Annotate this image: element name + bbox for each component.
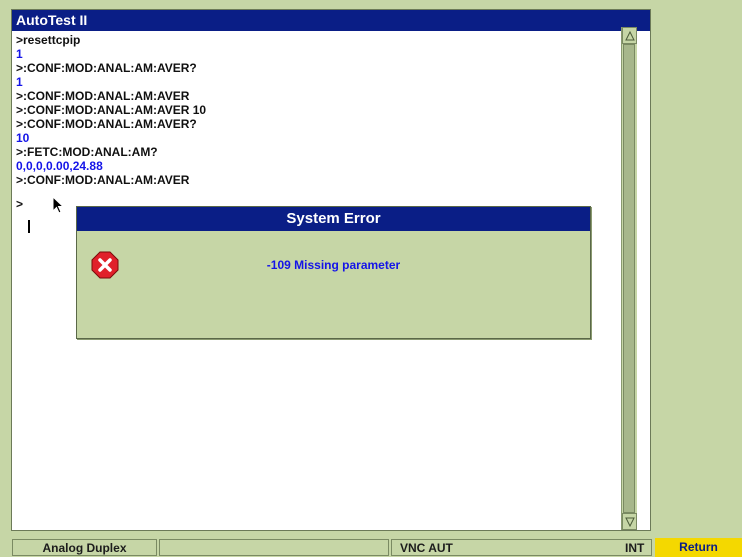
dialog-title: System Error: [77, 207, 590, 231]
connection-label: VNC AUT: [400, 541, 453, 555]
console-line: 1: [16, 47, 23, 61]
console-line: 10: [16, 131, 30, 145]
console-line: 0,0,0,0.00,24.88: [16, 159, 103, 173]
console-line: >:CONF:MOD:ANAL:AM:AVER: [16, 173, 190, 187]
vertical-scrollbar[interactable]: [621, 27, 637, 530]
error-message: -109 Missing parameter: [266, 258, 401, 272]
console-line: >:CONF:MOD:ANAL:AM:AVER: [16, 89, 190, 103]
scroll-up-button[interactable]: [622, 27, 637, 44]
console-prompt[interactable]: >: [16, 197, 23, 211]
return-button[interactable]: Return: [655, 538, 742, 557]
status-bar: Analog Duplex VNC AUT INT: [0, 538, 742, 557]
console-line: >:CONF:MOD:ANAL:AM:AVER?: [16, 61, 197, 75]
system-error-dialog[interactable]: System Error -109 Missing parameter: [76, 206, 591, 339]
window-title: AutoTest II: [12, 10, 650, 31]
text-cursor: [28, 220, 30, 233]
triangle-up-icon: [625, 31, 635, 41]
scroll-thumb[interactable]: [623, 44, 635, 513]
mode-indicator: Analog Duplex: [12, 539, 157, 556]
connection-status: VNC AUT INT: [391, 539, 652, 556]
console-line: >:CONF:MOD:ANAL:AM:AVER?: [16, 117, 197, 131]
console-line: 1: [16, 75, 23, 89]
reference-label: INT: [625, 541, 645, 555]
mouse-pointer-icon: [52, 196, 65, 214]
scroll-down-button[interactable]: [622, 513, 637, 530]
console-line: >:CONF:MOD:ANAL:AM:AVER 10: [16, 103, 207, 117]
status-empty-field: [159, 539, 389, 556]
console-line: >:FETC:MOD:ANAL:AM?: [16, 145, 158, 159]
triangle-down-icon: [625, 517, 635, 527]
console-line: >resettcpip: [16, 33, 81, 47]
